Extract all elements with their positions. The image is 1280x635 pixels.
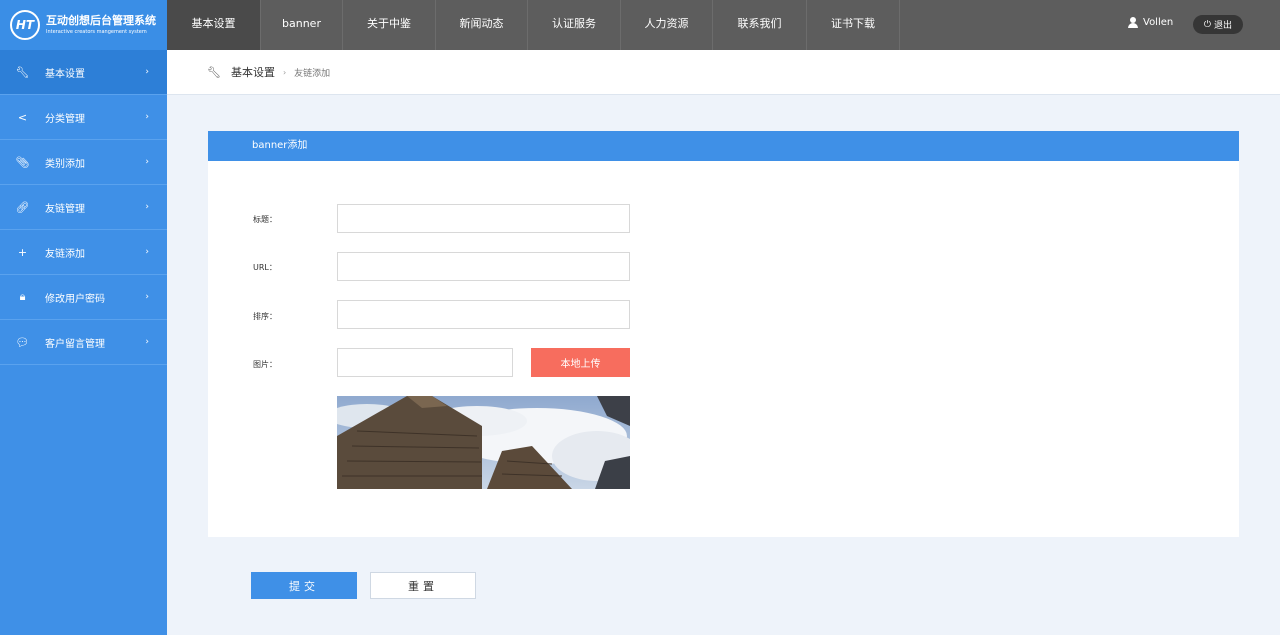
logout-label: 退出 [1214,21,1233,31]
chevron-right-icon: › [145,202,149,212]
image-path-input[interactable] [337,348,513,377]
plus-icon: + [17,245,28,259]
wrench-icon: 🔧︎ [15,65,30,79]
chevron-right-icon: › [145,247,149,257]
sidebar-item-link-add[interactable]: + 友链添加 › [0,230,167,275]
order-input[interactable] [337,300,630,329]
nav-hr[interactable]: 人力资源 [621,0,713,50]
comment-icon: 💬︎ [15,335,30,349]
nav-basic-settings[interactable]: 基本设置 [167,0,261,50]
logo-text: 互动创想后台管理系统 Interactive creators mangemen… [46,14,156,36]
local-upload-button[interactable]: 本地上传 [531,348,630,377]
breadcrumb-current: 友链添加 [294,68,331,79]
chevron-right-icon: › [145,112,149,122]
user-menu[interactable]: Vollen [1128,17,1173,28]
nav-certification[interactable]: 认证服务 [528,0,621,50]
wrench-icon: 🔧︎ [207,65,221,79]
nav-contact[interactable]: 联系我们 [713,0,807,50]
panel-title: banner添加 [208,131,1239,161]
sidebar-item-category-management[interactable]: < 分类管理 › [0,95,167,140]
user-icon [1128,17,1138,28]
breadcrumb-separator-icon: › [282,67,287,77]
top-nav: 基本设置 banner 关于中鉴 新闻动态 认证服务 人力资源 联系我们 证书下… [167,0,900,50]
logo-mark: HT [10,10,40,40]
skyscraper-image [337,396,630,489]
app-logo[interactable]: HT 互动创想后台管理系统 Interactive creators mange… [0,0,167,50]
title-input[interactable] [337,204,630,233]
app-title: 互动创想后台管理系统 [46,14,156,27]
paperclip-icon: 📎︎ [15,155,30,169]
share-icon: < [17,110,28,124]
sidebar-item-basic-settings[interactable]: 🔧︎ 基本设置 › [0,50,167,95]
banner-add-panel: banner添加 标题： URL： 排序： 图片： 本地上传 [208,131,1239,537]
user-name: Vollen [1143,17,1174,28]
nav-about[interactable]: 关于中鉴 [343,0,436,50]
sidebar-item-category-add[interactable]: 📎︎ 类别添加 › [0,140,167,185]
sidebar-item-link-management[interactable]: 🔗︎ 友链管理 › [0,185,167,230]
url-label: URL： [253,263,277,272]
nav-news[interactable]: 新闻动态 [436,0,528,50]
breadcrumb: 🔧︎ 基本设置 › 友链添加 [167,50,1280,95]
reset-button[interactable]: 重置 [370,572,476,599]
nav-certificate-download[interactable]: 证书下载 [807,0,900,50]
sidebar-item-customer-messages[interactable]: 💬︎ 客户留言管理 › [0,320,167,365]
chevron-right-icon: › [145,337,149,347]
image-label: 图片： [253,360,277,369]
top-bar: HT 互动创想后台管理系统 Interactive creators mange… [0,0,1280,50]
power-icon: ⏻ [1203,19,1212,30]
sidebar-item-change-password[interactable]: 🔒︎ 修改用户密码 › [0,275,167,320]
chevron-right-icon: › [145,67,149,77]
chevron-right-icon: › [145,292,149,302]
lock-icon: 🔒︎ [19,290,26,303]
title-label: 标题： [253,215,277,224]
image-preview [337,396,630,489]
url-input[interactable] [337,252,630,281]
order-label: 排序： [253,312,277,321]
submit-button[interactable]: 提交 [251,572,357,599]
chevron-right-icon: › [145,157,149,167]
logout-button[interactable]: ⏻ 退出 [1193,15,1243,34]
app-subtitle: Interactive creators mangement system [46,29,147,35]
link-icon: 🔗︎ [15,200,30,214]
nav-banner[interactable]: banner [261,0,343,50]
breadcrumb-main[interactable]: 基本设置 [231,64,275,80]
sidebar: 🔧︎ 基本设置 › < 分类管理 › 📎︎ 类别添加 › 🔗︎ 友链管理 › +… [0,50,167,635]
